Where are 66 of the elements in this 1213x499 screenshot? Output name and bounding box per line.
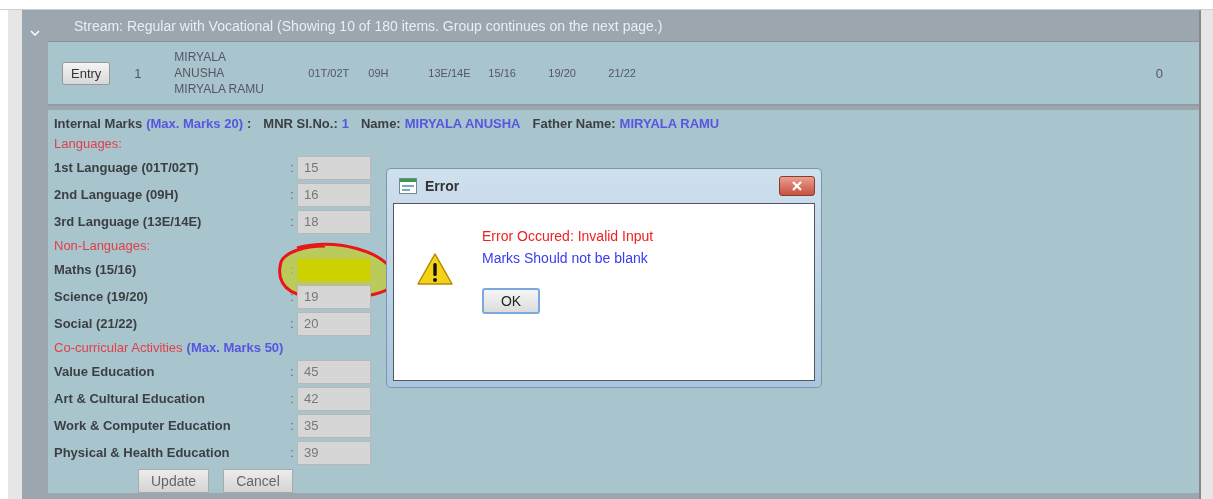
marks-field[interactable]: 35 <box>297 413 371 438</box>
form-button[interactable]: Cancel <box>223 469 293 494</box>
section-heading: Co-curricular Activities <box>54 340 183 356</box>
marks-field[interactable]: 18 <box>297 209 371 234</box>
marks-field[interactable]: 16 <box>297 182 371 207</box>
table-cell-text: 1 <box>134 65 143 81</box>
table-cell-text: 21/22 <box>608 67 637 80</box>
table-cell-text: 09H <box>368 67 390 80</box>
chevron-down-icon[interactable] <box>30 30 40 36</box>
colon-text: : <box>290 364 295 380</box>
info-value: MIRYALA ANUSHA <box>404 115 521 131</box>
window-icon <box>399 178 417 194</box>
info-value: 1 <box>341 115 349 131</box>
colon-text: : <box>290 445 295 461</box>
colon-text: : <box>290 316 295 332</box>
table-cell-text: 19/20 <box>548 67 577 80</box>
marks-field[interactable]: 42 <box>297 386 371 411</box>
subject-label: Art & Cultural Education <box>54 391 206 407</box>
marks-field[interactable]: 20 <box>297 311 371 336</box>
form-title: Internal Marks <box>54 115 143 131</box>
info-label: Name: <box>360 115 401 131</box>
subject-label: Work & Computer Education <box>54 418 232 434</box>
info-label: Father Name: <box>532 115 616 131</box>
subject-label: Value Education <box>54 364 156 380</box>
student-name: MIRYALA ANUSHA <box>174 49 226 82</box>
section-heading: Non-Languages: <box>54 238 151 254</box>
colon-text: : <box>290 262 295 278</box>
father-name: MIRYALA RAMU <box>174 81 265 98</box>
form-button[interactable]: Update <box>138 469 210 494</box>
colon-text: : <box>290 187 295 203</box>
subject-label: 1st Language (01T/02T) <box>54 160 200 176</box>
entry-button[interactable]: Entry <box>62 61 111 85</box>
colon-text: : <box>290 418 295 434</box>
subject-label: 3rd Language (13E/14E) <box>54 214 203 230</box>
colon-text: : <box>290 214 295 230</box>
table-cell-text: 15/16 <box>488 67 517 80</box>
marks-field[interactable]: 15 <box>297 155 371 180</box>
colon-text: : <box>290 391 295 407</box>
subject-label: Maths (15/16) <box>54 262 138 278</box>
dialog-message: Marks Should not be blank <box>482 250 649 266</box>
dialog-title: Error <box>425 178 460 194</box>
max-marks-note: (Max. Marks 20) <box>146 115 243 131</box>
colon-text: : <box>290 289 295 305</box>
info-value: MIRYALA RAMU <box>619 115 720 131</box>
info-label: MNR Sl.No.: <box>263 115 338 131</box>
table-cell-text: 01T/02T <box>308 67 351 80</box>
section-heading: Languages: <box>54 136 122 152</box>
subject-label: 2nd Language (09H) <box>54 187 180 203</box>
group-title: Stream: Regular with Vocational (Showing 10 of 180 items. Group continues on the next page.) <box>74 17 663 34</box>
marks-field[interactable]: 39 <box>297 440 371 465</box>
colon-text: : <box>290 160 295 176</box>
max-marks-note: (Max. Marks 50) <box>186 340 284 356</box>
subject-label: Physical & Health Education <box>54 445 231 461</box>
table-cell-text: 13E/14E <box>428 67 472 80</box>
close-icon <box>791 181 803 191</box>
marks-field[interactable]: 45 <box>297 359 371 384</box>
warning-icon <box>416 252 454 286</box>
ok-button[interactable]: OK <box>482 288 540 314</box>
subject-label: Social (21/22) <box>54 316 139 332</box>
dialog-message: Error Occured: Invalid Input <box>482 228 654 244</box>
colon-text: : <box>247 115 252 131</box>
marks-field[interactable] <box>297 257 371 282</box>
table-cell: 0 <box>1155 65 1163 81</box>
close-button[interactable] <box>779 176 815 196</box>
marks-field[interactable]: 19 <box>297 284 371 309</box>
subject-label: Science (19/20) <box>54 289 149 305</box>
